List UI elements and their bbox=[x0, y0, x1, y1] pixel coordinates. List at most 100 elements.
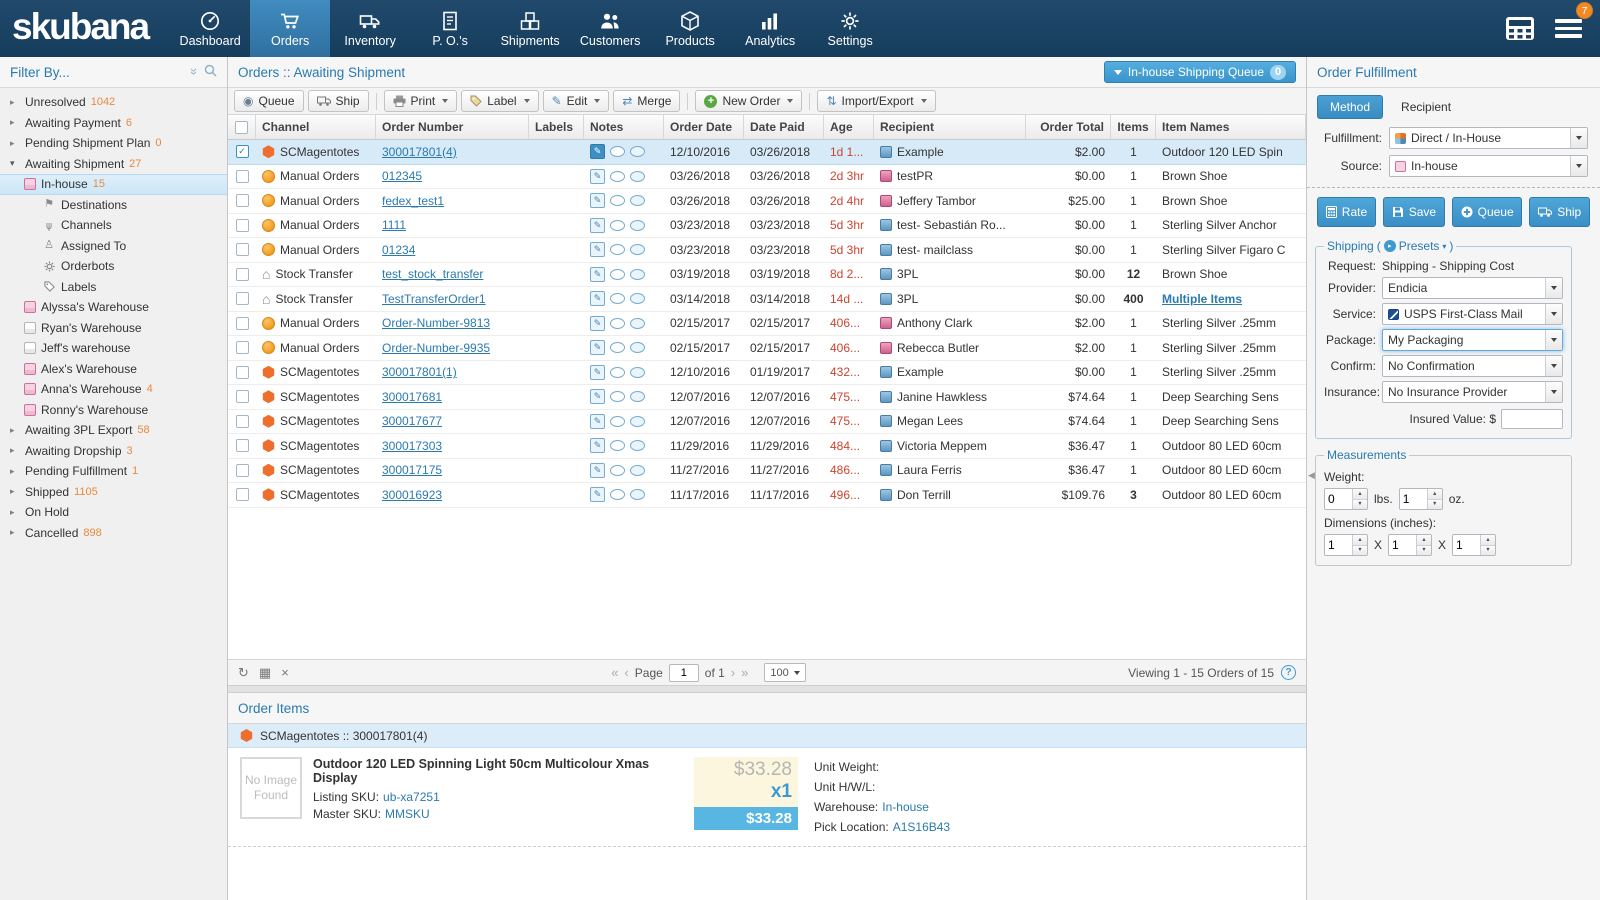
order-row[interactable]: SCMagentotes300017303✎11/29/201611/29/20… bbox=[228, 434, 1306, 459]
customer-note-icon[interactable] bbox=[630, 293, 645, 304]
customer-note-icon[interactable] bbox=[630, 318, 645, 329]
select-trigger[interactable] bbox=[1570, 156, 1587, 176]
row-checkbox[interactable] bbox=[236, 219, 249, 232]
sidebar-item-awaiting-dropship[interactable]: ▸Awaiting Dropship3 bbox=[0, 441, 227, 462]
customer-note-icon[interactable] bbox=[630, 391, 645, 402]
fulfillment-select[interactable]: Direct / In-House bbox=[1389, 127, 1588, 149]
order-row[interactable]: SCMagentotes300017175✎11/27/201611/27/20… bbox=[228, 459, 1306, 484]
edit-note-icon[interactable]: ✎ bbox=[590, 169, 605, 184]
row-checkbox[interactable] bbox=[236, 464, 249, 477]
nav-item-analytics[interactable]: Analytics bbox=[730, 0, 810, 57]
customer-note-icon[interactable] bbox=[630, 195, 645, 206]
internal-note-icon[interactable] bbox=[610, 244, 625, 255]
row-checkbox[interactable] bbox=[236, 268, 249, 281]
select-trigger[interactable] bbox=[1545, 356, 1562, 376]
queue-button[interactable]: ◉Queue bbox=[234, 90, 304, 112]
prev-page-icon[interactable]: ‹ bbox=[624, 665, 628, 680]
tab-method[interactable]: Method bbox=[1317, 95, 1383, 119]
order-row[interactable]: ⌂Stock TransferTestTransferOrder1✎03/14/… bbox=[228, 287, 1306, 312]
edit-note-icon[interactable]: ✎ bbox=[590, 414, 605, 429]
order-number-link[interactable]: 300017801(1) bbox=[382, 365, 457, 379]
edit-note-icon[interactable]: ✎ bbox=[590, 193, 605, 208]
row-checkbox[interactable] bbox=[236, 317, 249, 330]
rate-button[interactable]: Rate bbox=[1317, 197, 1376, 227]
row-checkbox[interactable] bbox=[236, 292, 249, 305]
pick-location-link[interactable]: A1S16B43 bbox=[893, 820, 950, 834]
expand-arrow-icon[interactable]: ▸ bbox=[10, 466, 20, 477]
package-select[interactable]: My Packaging bbox=[1382, 329, 1563, 351]
sidebar-item-cancelled[interactable]: ▸Cancelled898 bbox=[0, 523, 227, 544]
save-button[interactable]: Save bbox=[1383, 197, 1445, 227]
sidebar-item-anna-s-warehouse[interactable]: Anna's Warehouse4 bbox=[0, 379, 227, 400]
sidebar-item-shipped[interactable]: ▸Shipped1105 bbox=[0, 482, 227, 503]
edit-note-icon[interactable]: ✎ bbox=[590, 389, 605, 404]
order-number-link[interactable]: 300017801(4) bbox=[382, 145, 457, 159]
new-order-button[interactable]: +New Order bbox=[695, 90, 802, 112]
column-header-order-number[interactable]: Order Number bbox=[376, 115, 529, 139]
edit-note-icon[interactable]: ✎ bbox=[590, 267, 605, 282]
service-select[interactable]: USPS First-Class Mail bbox=[1382, 303, 1563, 325]
column-header-order-total[interactable]: Order Total bbox=[1026, 115, 1111, 139]
source-select[interactable]: In-house bbox=[1389, 155, 1588, 177]
weight-oz-input[interactable] bbox=[1400, 489, 1427, 509]
order-number-link[interactable]: test_stock_transfer bbox=[382, 267, 483, 281]
order-row[interactable]: Manual Orders012345✎03/26/201803/26/2018… bbox=[228, 165, 1306, 190]
expand-arrow-icon[interactable]: ▸ bbox=[10, 527, 20, 538]
row-checkbox[interactable] bbox=[236, 170, 249, 183]
select-all-checkbox[interactable] bbox=[235, 121, 248, 134]
edit-note-icon[interactable]: ✎ bbox=[590, 316, 605, 331]
internal-note-icon[interactable] bbox=[610, 269, 625, 280]
customer-note-icon[interactable] bbox=[630, 146, 645, 157]
order-row[interactable]: SCMagentotes300017681✎12/07/201612/07/20… bbox=[228, 385, 1306, 410]
internal-note-icon[interactable] bbox=[610, 146, 625, 157]
collapse-arrow-icon[interactable]: ▾ bbox=[10, 158, 20, 169]
panel-collapse-icon[interactable]: ◀ bbox=[1308, 470, 1315, 481]
sidebar-item-pending-fulfillment[interactable]: ▸Pending Fulfillment1 bbox=[0, 461, 227, 482]
inhouse-shipping-queue-button[interactable]: In-house Shipping Queue 0 bbox=[1104, 61, 1296, 83]
order-row[interactable]: ⌂Stock Transfertest_stock_transfer✎03/19… bbox=[228, 263, 1306, 288]
customer-note-icon[interactable] bbox=[630, 465, 645, 476]
internal-note-icon[interactable] bbox=[610, 440, 625, 451]
order-number-link[interactable]: fedex_test1 bbox=[382, 194, 444, 208]
expand-arrow-icon[interactable]: ▸ bbox=[10, 138, 20, 149]
decrement-icon[interactable]: ▼ bbox=[1353, 546, 1367, 556]
columns-icon[interactable]: ▦ bbox=[259, 666, 271, 679]
horizontal-splitter[interactable] bbox=[228, 685, 1306, 693]
row-checkbox[interactable] bbox=[236, 390, 249, 403]
edit-note-icon[interactable]: ✎ bbox=[590, 218, 605, 233]
increment-icon[interactable]: ▲ bbox=[1353, 535, 1367, 546]
listing-sku-link[interactable]: ub-xa7251 bbox=[383, 790, 440, 804]
last-page-icon[interactable]: » bbox=[741, 665, 748, 680]
row-checkbox[interactable] bbox=[236, 341, 249, 354]
customer-note-icon[interactable] bbox=[630, 440, 645, 451]
dim-length-input[interactable] bbox=[1325, 535, 1352, 555]
internal-note-icon[interactable] bbox=[610, 195, 625, 206]
edit-note-icon[interactable]: ✎ bbox=[590, 291, 605, 306]
customer-note-icon[interactable] bbox=[630, 244, 645, 255]
refresh-icon[interactable]: ↻ bbox=[238, 666, 249, 679]
order-number-link[interactable]: 01234 bbox=[382, 243, 415, 257]
sidebar-item-jeff-s-warehouse[interactable]: Jeff's warehouse bbox=[0, 338, 227, 359]
order-number-link[interactable]: TestTransferOrder1 bbox=[382, 292, 486, 306]
clear-filter-icon[interactable]: × bbox=[281, 666, 289, 679]
customer-note-icon[interactable] bbox=[630, 171, 645, 182]
customer-note-icon[interactable] bbox=[630, 220, 645, 231]
first-page-icon[interactable]: « bbox=[611, 665, 618, 680]
sidebar-item-channels[interactable]: ⋔Channels bbox=[0, 215, 227, 236]
search-icon[interactable] bbox=[204, 64, 217, 80]
sidebar-item-ronny-s-warehouse[interactable]: Ronny's Warehouse bbox=[0, 400, 227, 421]
select-trigger[interactable] bbox=[1545, 304, 1562, 324]
internal-note-icon[interactable] bbox=[610, 318, 625, 329]
edit-note-icon[interactable]: ✎ bbox=[590, 365, 605, 380]
column-header-age[interactable]: Age bbox=[824, 115, 874, 139]
order-number-link[interactable]: 1111 bbox=[382, 218, 406, 232]
nav-item-shipments[interactable]: Shipments bbox=[490, 0, 570, 57]
sidebar-item-destinations[interactable]: ⚑Destinations bbox=[0, 195, 227, 216]
sidebar-item-alex-s-warehouse[interactable]: Alex's Warehouse bbox=[0, 359, 227, 380]
internal-note-icon[interactable] bbox=[610, 171, 625, 182]
sidebar-item-in-house[interactable]: In-house15 bbox=[0, 174, 227, 195]
decrement-icon[interactable]: ▼ bbox=[1353, 500, 1367, 510]
nav-item-products[interactable]: Products bbox=[650, 0, 730, 57]
expand-arrow-icon[interactable]: ▸ bbox=[10, 425, 20, 436]
weight-lbs-input[interactable] bbox=[1325, 489, 1352, 509]
